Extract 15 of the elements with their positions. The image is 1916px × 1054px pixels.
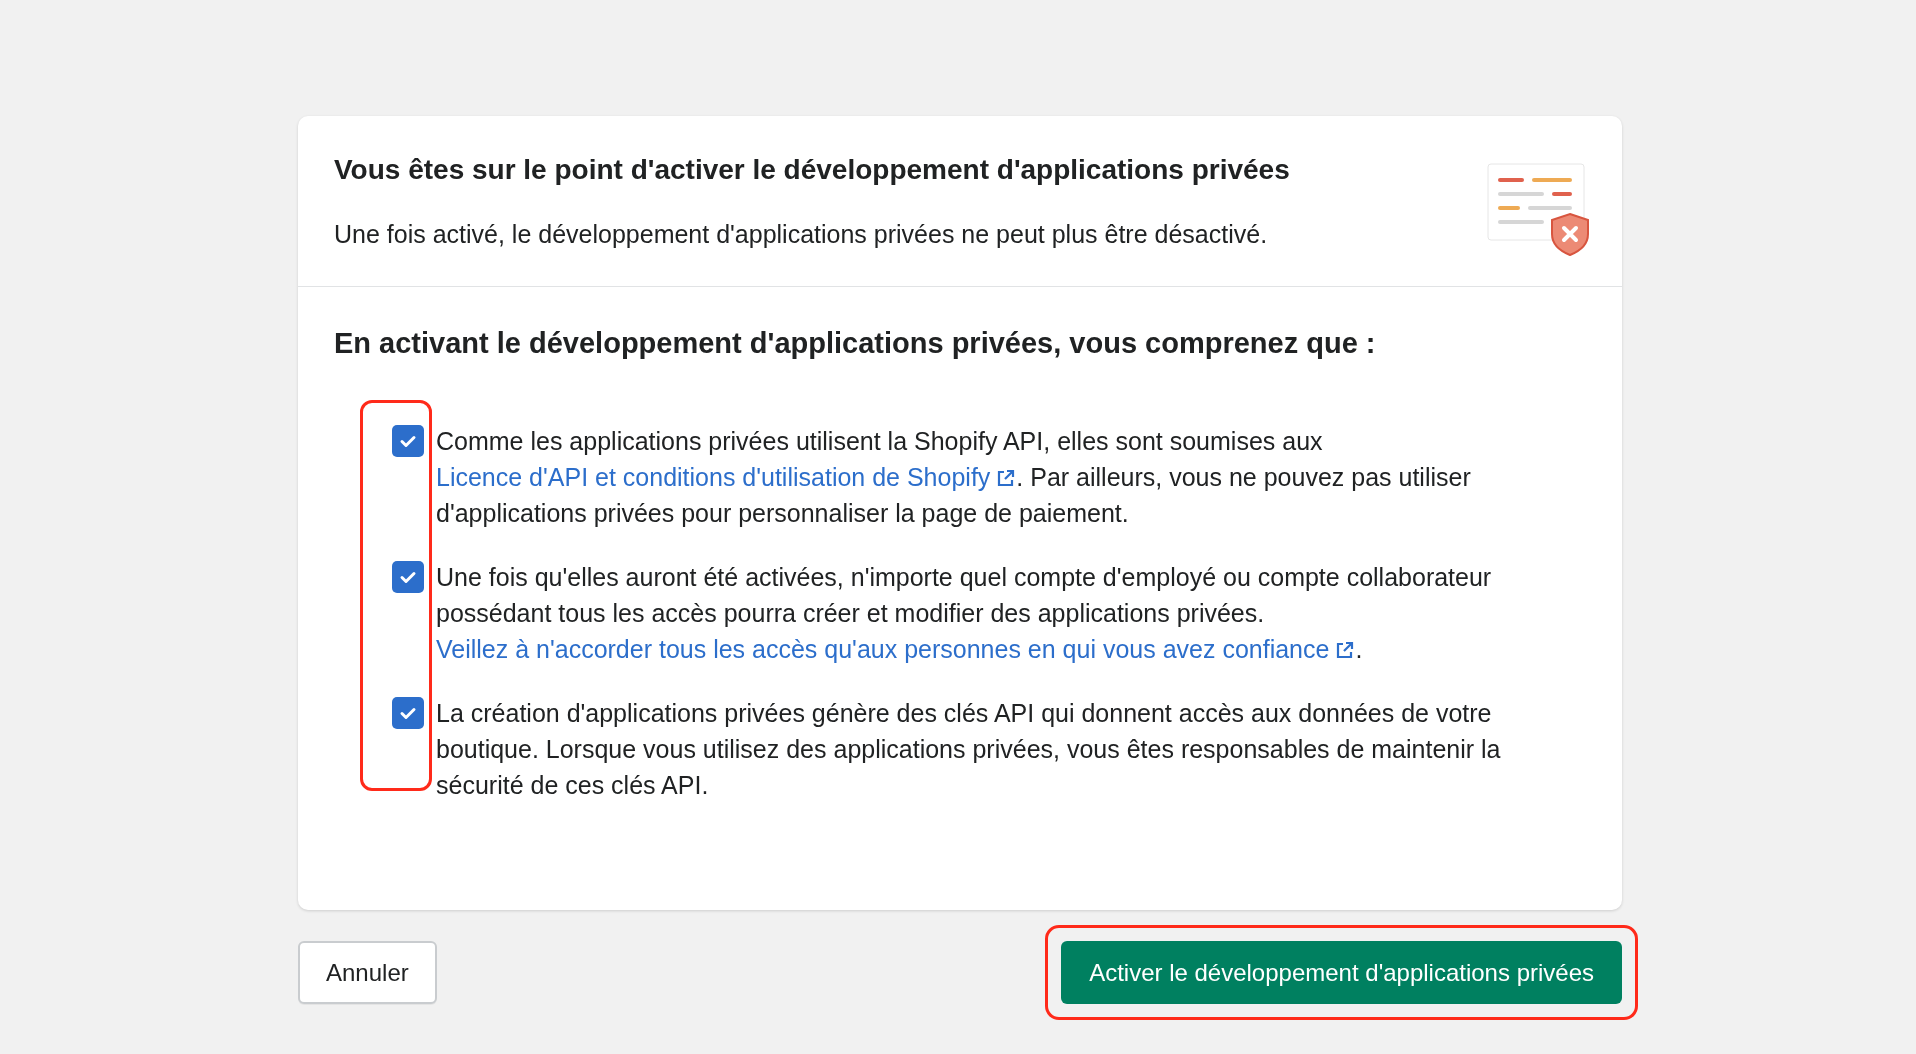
checkbox[interactable] <box>392 561 424 593</box>
help-link[interactable]: Licence d'API et conditions d'utilisation de Shopify <box>436 463 1017 491</box>
agreement-text: Une fois qu'elles auront été activées, n'importe quel compte d'employé ou compte collaborateur possédant tous les accès pourra créer et modifier des applications privées. Veillez à n'accorder tous les accès qu'aux personnes en qui vous avez confiance . <box>436 562 1493 665</box>
help-link[interactable]: Veillez à n'accorder tous les accès qu'aux personnes en qui vous avez confiance <box>436 635 1356 663</box>
checkbox[interactable] <box>392 697 424 729</box>
agreement-text: La création d'applications privées génère des clés API qui donnent accès aux données de votre boutique. Lorsque vous utilisez des applications privées, vous êtes responsables de maintenir la sécurité de ces clés API. <box>436 698 1502 801</box>
external-link-icon <box>996 468 1017 488</box>
activate-button[interactable]: Activer le développement d'applications privées <box>1061 941 1622 1004</box>
dialog-title: Vous êtes sur le point d'activer le développement d'applications privées <box>334 153 1290 187</box>
external-link-icon <box>1335 640 1356 660</box>
cancel-button[interactable]: Annuler <box>298 941 437 1004</box>
section-heading: En activant le développement d'applications privées, vous comprenez que : <box>334 326 1377 361</box>
checkbox[interactable] <box>392 425 424 457</box>
dialog-description: Une fois activé, le développement d'applications privées ne peut plus être désactivé. <box>334 219 1269 250</box>
agreement-text: Comme les applications privées utilisent la Shopify API, elles sont soumises aux Licence d'API et conditions d'utilisation de Shopify . Par ailleurs, vous ne pouvez pas utiliser d'applications privées pour personnaliser la page de paiement. <box>436 426 1472 529</box>
